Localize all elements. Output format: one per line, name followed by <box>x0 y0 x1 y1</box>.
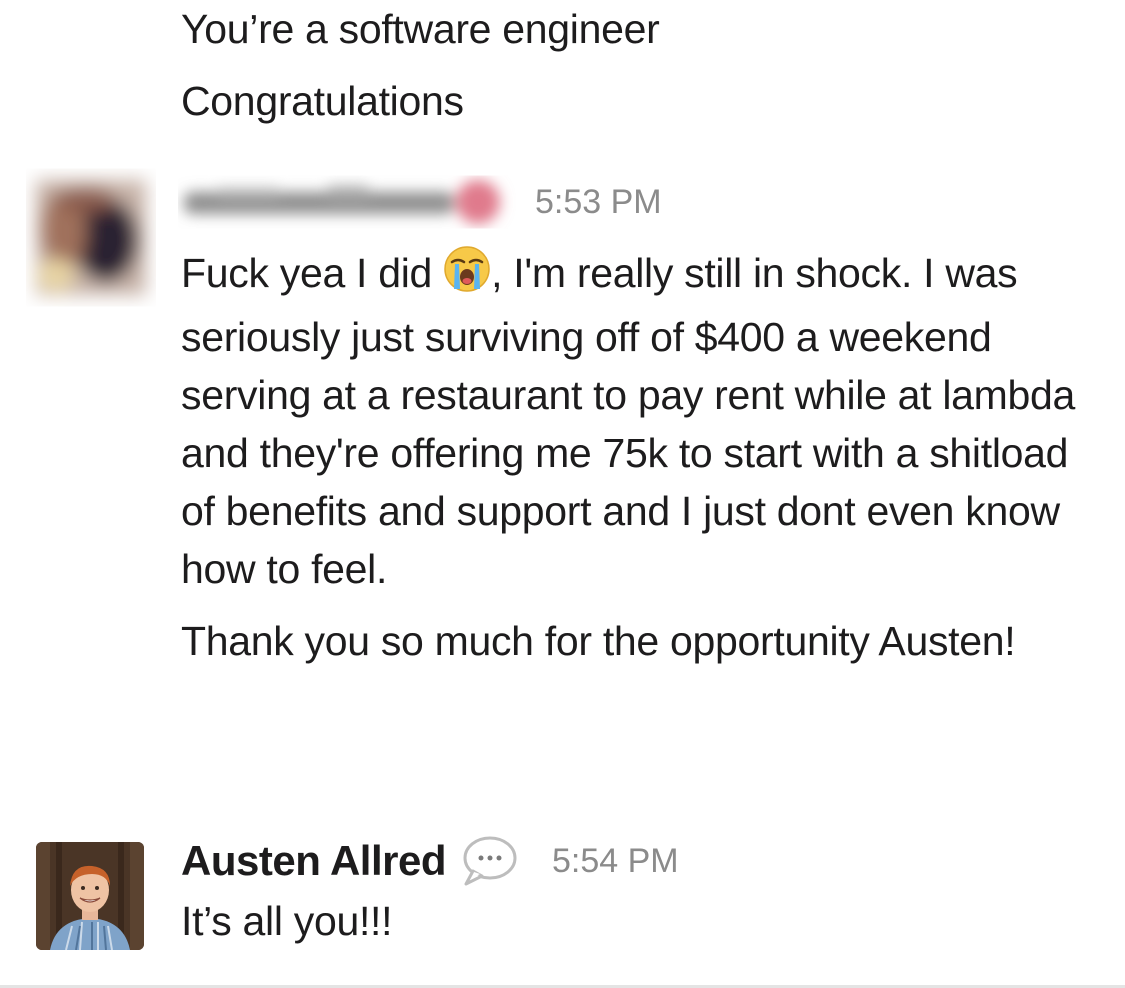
loudly-crying-face-icon <box>443 245 491 308</box>
message-body: It’s all you!!! <box>181 898 393 944</box>
message-paragraph: Thank you so much for the opportunity Au… <box>181 618 1016 664</box>
message-body: Fuck yea I did , I'm really still in sho… <box>181 244 1081 670</box>
message-text-fragment: Fuck yea I did <box>181 250 444 296</box>
message-text-fragment: , I'm really still in shock. I was serio… <box>181 250 1076 592</box>
message-line: You’re a software engineer <box>181 6 660 52</box>
avatar-blurred[interactable] <box>26 160 156 310</box>
message-header: Austen Allred 5:54 PM <box>181 832 679 890</box>
author-name-blurred[interactable] <box>178 162 523 242</box>
speech-bubble-icon <box>460 834 518 888</box>
message-line: Congratulations <box>181 78 464 124</box>
avatar-austen-allred[interactable] <box>36 842 144 950</box>
author-name[interactable]: Austen Allred <box>181 837 446 885</box>
message-timestamp[interactable]: 5:54 PM <box>552 842 679 881</box>
message-header: 5:53 PM <box>178 162 662 242</box>
message-timestamp[interactable]: 5:53 PM <box>535 183 662 222</box>
message-paragraph: Fuck yea I did , I'm really still in sho… <box>181 244 1081 598</box>
